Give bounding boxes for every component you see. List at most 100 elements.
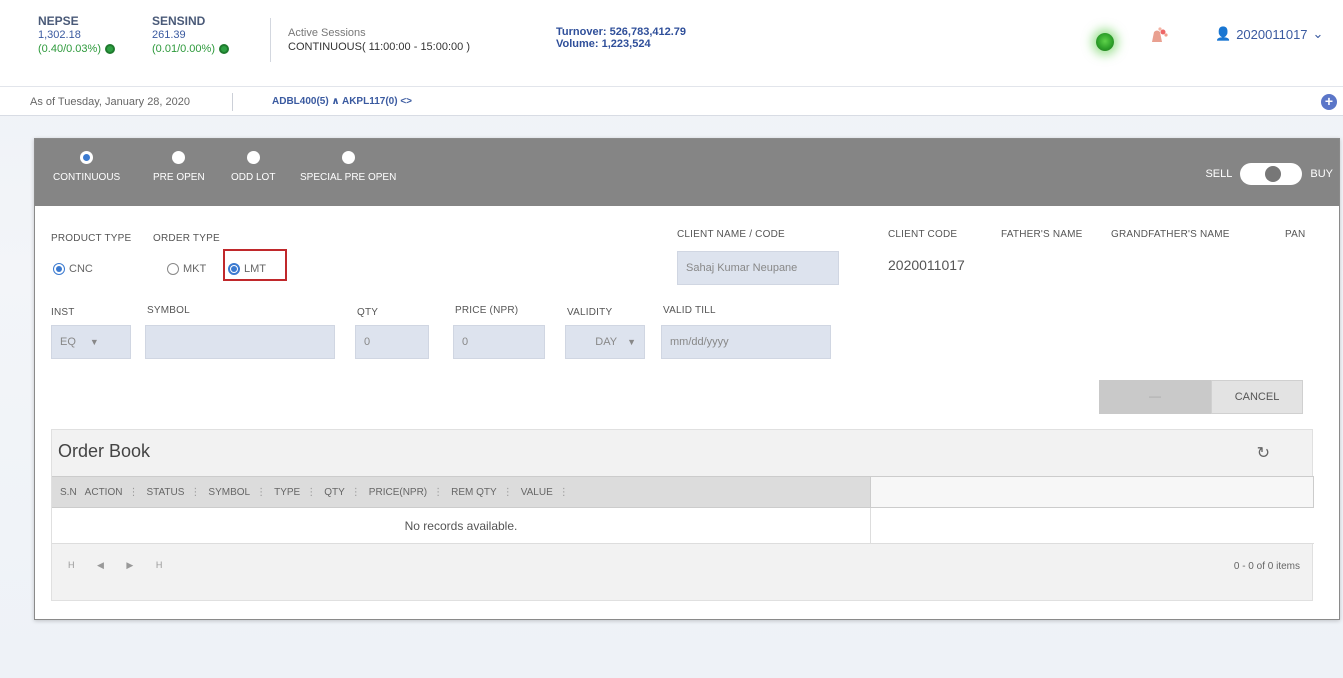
up-indicator-icon: [104, 44, 115, 54]
active-sessions: Active Sessions CONTINUOUS( 11:00:00 - 1…: [288, 26, 470, 54]
index-value: 261.39: [152, 29, 186, 41]
pagination-controls[interactable]: H ◀ ▶ H: [68, 560, 172, 571]
column-menu-icon[interactable]: ⋮: [128, 487, 138, 498]
column-label: ACTION: [84, 486, 123, 498]
order-book: Order Book ↻ S.N ACTION ⋮ STATUS ⋮ SYMBOL ⋮…: [51, 429, 1314, 601]
cancel-button[interactable]: CANCEL: [1211, 380, 1303, 414]
index-value: 1,302.18: [38, 29, 81, 41]
column-menu-icon[interactable]: ⋮: [433, 487, 443, 498]
qty-input[interactable]: 0: [355, 325, 429, 359]
order-book-title: Order Book: [58, 441, 151, 461]
items-count: 0 - 0 of 0 items: [1233, 561, 1300, 572]
turnover-text: Turnover: 526,783,412.79: [556, 26, 687, 38]
radio-icon[interactable]: [167, 263, 179, 275]
order-entry-panel: CONTINUOUS PRE OPEN ODD LOT SPECIAL PRE …: [34, 138, 1340, 620]
up-indicator-icon: [218, 44, 229, 54]
radio-icon[interactable]: [80, 151, 94, 164]
symbol-input[interactable]: [145, 325, 335, 359]
sell-buy-toggle[interactable]: SELL BUY: [1205, 163, 1333, 185]
valid-till-placeholder: mm/dd/yyyy: [670, 336, 729, 348]
valid-till-input[interactable]: mm/dd/yyyy: [661, 325, 831, 359]
column-menu-icon[interactable]: ⋮: [306, 487, 316, 498]
column-label: TYPE: [274, 486, 301, 498]
validity-label: VALIDITY: [567, 307, 613, 318]
cancel-label: CANCEL: [1234, 391, 1280, 403]
column-label: VALUE: [520, 486, 553, 498]
connection-status-icon: [1096, 33, 1114, 51]
order-book-body-filler: [870, 508, 1314, 544]
qty-label: QTY: [357, 307, 379, 318]
client-name-label: CLIENT NAME / CODE: [677, 229, 785, 240]
column-label: STATUS: [146, 486, 185, 498]
radio-icon[interactable]: [53, 263, 65, 275]
column-header-status[interactable]: STATUS ⋮: [138, 487, 200, 498]
ticker-strip[interactable]: ADBL400(5) ∧ AKPL117(0) <>: [272, 96, 412, 107]
radio-icon[interactable]: [246, 151, 260, 164]
sell-label: SELL: [1205, 168, 1233, 180]
column-menu-icon[interactable]: ⋮: [256, 487, 266, 498]
divider: [232, 93, 233, 111]
add-icon[interactable]: +: [1321, 94, 1337, 110]
dropdown-arrow-icon: ▼: [89, 337, 99, 347]
market-option-special-pre-open[interactable]: SPECIAL PRE OPEN: [300, 151, 396, 183]
price-input[interactable]: 0: [453, 325, 545, 359]
market-label: PRE OPEN: [153, 172, 205, 183]
divider: [270, 18, 271, 62]
column-menu-icon[interactable]: ⋮: [559, 487, 569, 498]
refresh-icon[interactable]: ↻: [1257, 443, 1270, 463]
column-header-value[interactable]: VALUE ⋮: [513, 487, 569, 498]
product-cnc-radio[interactable]: CNC: [53, 263, 93, 275]
market-label: SPECIAL PRE OPEN: [300, 172, 397, 183]
column-header-rem-qty[interactable]: REM QTY ⋮: [443, 487, 513, 498]
column-menu-icon[interactable]: ⋮: [503, 487, 513, 498]
client-name-field[interactable]: Sahaj Kumar Neupane: [677, 251, 839, 285]
pan-label: PAN: [1285, 229, 1306, 240]
order-book-header: S.N ACTION ⋮ STATUS ⋮ SYMBOL ⋮ TYPE ⋮ QTY ⋮ P…: [52, 476, 870, 508]
column-header-qty[interactable]: QTY ⋮: [316, 487, 361, 498]
validity-value: DAY: [595, 336, 618, 348]
inst-select[interactable]: EQ ▼: [51, 325, 131, 359]
market-option-odd-lot[interactable]: ODD LOT: [231, 151, 275, 183]
column-header-type[interactable]: TYPE ⋮: [266, 487, 316, 498]
column-menu-icon[interactable]: ⋮: [190, 487, 200, 498]
index-change-text: (0.01/0.00%): [152, 43, 215, 55]
validity-select[interactable]: DAY ▼: [565, 325, 645, 359]
qty-value: 0: [364, 336, 371, 348]
column-header-action[interactable]: ACTION ⋮: [77, 487, 139, 498]
order-type-label: ORDER TYPE: [153, 233, 220, 244]
column-header-symbol[interactable]: SYMBOL ⋮: [200, 487, 266, 498]
user-menu[interactable]: 👤 2020011017 ⌄: [1215, 26, 1323, 42]
index-sensind[interactable]: SENSIND 261.39 (0.01/0.00%): [152, 14, 229, 56]
column-label: QTY: [324, 486, 345, 498]
column-header-price[interactable]: PRICE(NPR) ⋮: [361, 487, 443, 498]
volume-text: Volume: 1,223,524: [556, 38, 651, 50]
market-option-pre-open[interactable]: PRE OPEN: [153, 151, 205, 183]
column-header-sn[interactable]: S.N: [52, 487, 77, 498]
product-type-label: PRODUCT TYPE: [51, 233, 132, 244]
client-code-value: 2020011017: [888, 257, 965, 273]
index-nepse[interactable]: NEPSE 1,302.18 (0.40/0.03%): [38, 14, 115, 56]
notification-icon[interactable]: [1146, 26, 1170, 48]
info-bar: As of Tuesday, January 28, 2020 ADBL400(…: [0, 86, 1343, 116]
column-label: SYMBOL: [208, 486, 251, 498]
index-change: (0.01/0.00%): [152, 42, 229, 56]
order-mkt-label: MKT: [183, 263, 207, 275]
price-value: 0: [462, 336, 469, 348]
toggle-switch[interactable]: [1240, 163, 1303, 185]
empty-state: No records available.: [52, 508, 870, 544]
lmt-highlight-box: [223, 249, 287, 281]
market-stats: Turnover: 526,783,412.79 Volume: 1,223,5…: [556, 26, 686, 50]
valid-till-label: VALID TILL: [663, 305, 716, 316]
column-menu-icon[interactable]: ⋮: [351, 487, 361, 498]
market-option-continuous[interactable]: CONTINUOUS: [53, 151, 120, 183]
toggle-knob[interactable]: [1265, 166, 1282, 182]
client-name-value: Sahaj Kumar Neupane: [686, 262, 798, 274]
order-mkt-radio[interactable]: MKT: [167, 263, 206, 275]
symbol-label: SYMBOL: [147, 305, 190, 316]
radio-icon[interactable]: [172, 151, 186, 164]
radio-icon[interactable]: [341, 151, 355, 164]
buy-label: BUY: [1310, 168, 1333, 180]
column-label: S.N: [60, 486, 77, 498]
market-selector-bar: CONTINUOUS PRE OPEN ODD LOT SPECIAL PRE …: [35, 139, 1339, 206]
index-change: (0.40/0.03%): [38, 42, 115, 56]
